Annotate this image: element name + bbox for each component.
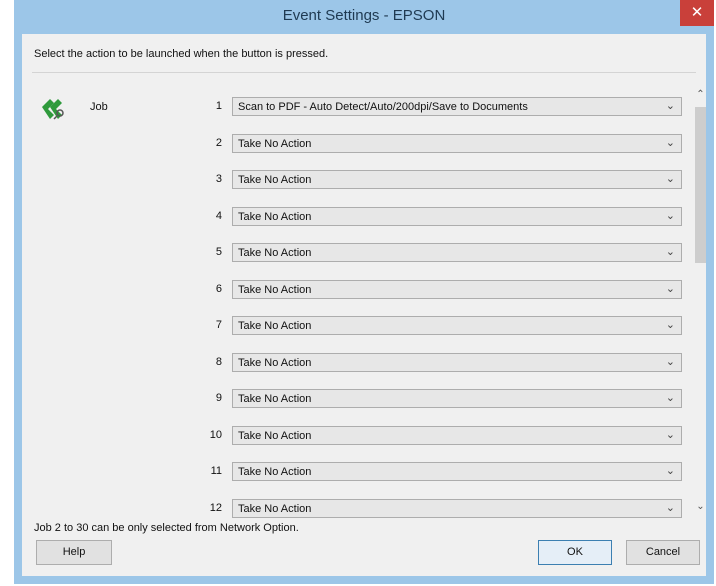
scrollbar-thumb[interactable] — [695, 107, 706, 263]
job-number-label: 8 — [215, 356, 222, 368]
dialog-content: Select the action to be launched when th… — [22, 34, 706, 576]
chevron-down-icon: ⌄ — [665, 502, 675, 514]
job-number-label: 12 — [209, 502, 222, 514]
dropdown-value: Scan to PDF - Auto Detect/Auto/200dpi/Sa… — [238, 101, 528, 113]
chevron-down-icon: ⌄ — [665, 392, 675, 404]
chevron-down-icon: ⌄ — [665, 429, 675, 441]
instruction-text: Select the action to be launched when th… — [34, 48, 329, 60]
window-title: Event Settings - EPSON — [282, 7, 446, 24]
job-number-label: 5 — [215, 246, 222, 258]
dropdown-value: Take No Action — [238, 211, 312, 223]
job-label: Job — [90, 101, 108, 113]
close-button[interactable]: ✕ — [680, 0, 714, 26]
job-action-dropdown[interactable]: Take No Action ⌄ — [232, 134, 682, 153]
dropdown-value: Take No Action — [238, 247, 312, 259]
dropdown-value: Take No Action — [238, 393, 312, 405]
title-bar[interactable]: Event Settings - EPSON ✕ — [14, 0, 714, 34]
dropdown-value: Take No Action — [238, 466, 312, 478]
job-number-label: 3 — [215, 173, 222, 185]
vertical-scrollbar[interactable]: ⌃ ⌄ — [692, 87, 709, 515]
chevron-down-icon: ⌄ — [665, 246, 675, 258]
close-icon: ✕ — [690, 4, 704, 21]
chevron-down-icon: ⌄ — [665, 100, 675, 112]
job-number-label: 7 — [215, 319, 222, 331]
dropdown-value: Take No Action — [238, 503, 312, 515]
dropdown-value: Take No Action — [238, 174, 312, 186]
job-action-dropdown[interactable]: Take No Action ⌄ — [232, 499, 682, 518]
dropdown-value: Take No Action — [238, 357, 312, 369]
job-action-dropdown[interactable]: Take No Action ⌄ — [232, 426, 682, 445]
chevron-down-icon: ⌄ — [665, 210, 675, 222]
divider — [32, 72, 696, 73]
chevron-down-icon: ⌄ — [665, 173, 675, 185]
dropdown-value: Take No Action — [238, 320, 312, 332]
scanner-job-icon — [42, 99, 64, 120]
job-action-dropdown[interactable]: Take No Action ⌄ — [232, 243, 682, 262]
scroll-down-arrow-icon[interactable]: ⌄ — [692, 499, 709, 515]
job-number-label: 1 — [215, 100, 222, 112]
job-number-label: 10 — [209, 429, 222, 441]
job-action-dropdown[interactable]: Scan to PDF - Auto Detect/Auto/200dpi/Sa… — [232, 97, 682, 116]
chevron-down-icon: ⌄ — [665, 319, 675, 331]
chevron-down-icon: ⌄ — [665, 356, 675, 368]
network-option-note: Job 2 to 30 can be only selected from Ne… — [34, 522, 299, 534]
job-action-dropdown[interactable]: Take No Action ⌄ — [232, 462, 682, 481]
job-action-dropdown[interactable]: Take No Action ⌄ — [232, 207, 682, 226]
job-action-dropdown[interactable]: Take No Action ⌄ — [232, 280, 682, 299]
job-number-label: 6 — [215, 283, 222, 295]
job-action-dropdown[interactable]: Take No Action ⌄ — [232, 170, 682, 189]
job-number-label: 9 — [215, 392, 222, 404]
job-number-label: 11 — [210, 465, 222, 477]
event-settings-window: Event Settings - EPSON ✕ Select the acti… — [14, 0, 714, 584]
job-number-label: 4 — [215, 210, 222, 222]
chevron-down-icon: ⌄ — [665, 283, 675, 295]
job-number-label: 2 — [215, 137, 222, 149]
job-action-dropdown[interactable]: Take No Action ⌄ — [232, 316, 682, 335]
scroll-up-arrow-icon[interactable]: ⌃ — [692, 87, 709, 103]
ok-button[interactable]: OK — [538, 540, 612, 565]
chevron-down-icon: ⌄ — [665, 137, 675, 149]
help-button[interactable]: Help — [36, 540, 112, 565]
dropdown-value: Take No Action — [238, 430, 312, 442]
chevron-down-icon: ⌄ — [665, 465, 675, 477]
dropdown-value: Take No Action — [238, 138, 312, 150]
cancel-button[interactable]: Cancel — [626, 540, 700, 565]
job-action-dropdown[interactable]: Take No Action ⌄ — [232, 353, 682, 372]
job-action-dropdown[interactable]: Take No Action ⌄ — [232, 389, 682, 408]
dropdown-value: Take No Action — [238, 284, 312, 296]
